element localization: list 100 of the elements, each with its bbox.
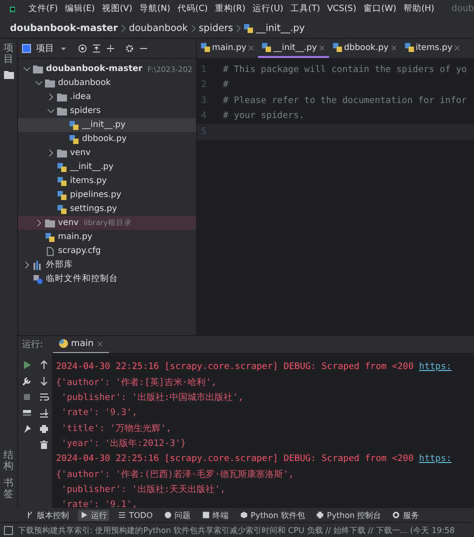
folder-icon[interactable] — [4, 71, 14, 79]
panel-title[interactable]: 项目 — [36, 42, 54, 55]
soft-wrap-icon[interactable] — [38, 392, 48, 402]
pin-icon[interactable] — [22, 424, 32, 434]
menu-item[interactable]: 重构(R) — [214, 3, 246, 15]
close-icon[interactable] — [248, 44, 254, 50]
tool-window-button[interactable]: Python 控制台 — [314, 510, 384, 520]
console-link[interactable]: https: — [419, 454, 452, 464]
tool-window-label[interactable]: 结构 — [4, 450, 14, 472]
up-arrow-icon[interactable] — [38, 360, 48, 370]
python-file-icon — [244, 24, 254, 32]
tool-window-button[interactable]: 问题 — [162, 510, 193, 520]
run-icon[interactable] — [22, 360, 32, 370]
expand-all-icon[interactable] — [92, 44, 101, 53]
tree-item[interactable]: items.py — [18, 174, 196, 188]
trash-icon[interactable] — [38, 440, 48, 450]
play-icon — [80, 511, 88, 519]
tree-item[interactable]: main.py — [18, 230, 196, 244]
close-icon[interactable] — [454, 44, 460, 50]
chevron-icon[interactable] — [23, 66, 31, 72]
chevron-icon[interactable] — [36, 219, 42, 227]
python-file-icon — [57, 204, 67, 214]
list-icon — [118, 511, 126, 519]
tree-item[interactable]: __init__.py — [18, 118, 196, 132]
menu-item[interactable]: 运行(U) — [252, 3, 284, 15]
tree-item[interactable]: 外部库 — [18, 258, 196, 272]
close-icon[interactable] — [318, 44, 325, 50]
editor-tab[interactable]: __init__.py — [258, 39, 329, 58]
python-file-icon — [57, 190, 67, 200]
console-line: 2024-04-30 22:25:16 [scrapy.core.scraper] DEBUG: Scraped from <200 — [56, 454, 415, 464]
tool-window-button[interactable]: 版本控制 — [24, 510, 71, 520]
tree-item[interactable]: settings.py — [18, 202, 196, 216]
tree-item[interactable]: scrapy.cfg — [18, 244, 196, 258]
close-icon[interactable] — [96, 340, 103, 346]
tool-window-button[interactable]: TODO — [116, 510, 155, 520]
tree-item[interactable]: venv — [18, 146, 196, 160]
file-icon — [45, 246, 55, 256]
tool-window-label[interactable]: 书签 — [4, 478, 14, 500]
tool-window-button[interactable]: Python 软件包 — [238, 510, 307, 520]
python-file-icon — [57, 176, 67, 186]
chevron-icon[interactable] — [24, 261, 30, 269]
locate-icon[interactable] — [78, 44, 87, 53]
console-line: 'publisher': '出版社:中国城市出版社', — [60, 392, 244, 404]
python-file-icon — [332, 43, 342, 52]
menu-item[interactable]: 工具(T) — [290, 3, 320, 15]
python-icon — [59, 339, 68, 348]
layout-icon[interactable] — [22, 408, 32, 418]
breadcrumb[interactable]: doubanbook-master — [10, 22, 118, 34]
close-icon[interactable] — [390, 44, 397, 50]
tree-item[interactable]: pipelines.py — [18, 188, 196, 202]
scratch-icon — [33, 274, 43, 284]
console-line: 'publisher': '出版社:天天出版社', — [60, 484, 226, 496]
tool-window-button[interactable]: 服务 — [390, 510, 422, 520]
editor-tab[interactable]: items.py — [400, 39, 464, 58]
tool-window-button[interactable]: 终端 — [200, 510, 231, 520]
chevron-icon[interactable] — [48, 93, 54, 101]
tree-item[interactable]: .idea — [18, 90, 196, 104]
wrench-icon[interactable] — [22, 376, 32, 386]
console-line: {'author': '作者:[英]吉米·哈利', — [56, 376, 217, 389]
console-line: 'rate': '9.3', — [60, 408, 138, 418]
chevron-icon[interactable] — [48, 149, 54, 157]
breadcrumb[interactable]: doubanbook — [128, 22, 188, 34]
tool-window-button[interactable]: 运行 — [78, 510, 109, 520]
down-arrow-icon[interactable] — [38, 376, 48, 386]
notification-icon[interactable] — [4, 526, 13, 534]
chevron-icon[interactable] — [35, 80, 43, 86]
python-file-icon — [45, 232, 55, 242]
stop-icon[interactable] — [22, 392, 32, 402]
window-title: doub — [451, 4, 474, 14]
collapse-all-icon[interactable] — [106, 44, 115, 53]
settings-icon[interactable] — [125, 44, 134, 53]
chevron-icon[interactable] — [47, 108, 55, 114]
console-line: 2024-04-30 22:25:16 [scrapy.core.scraper] DEBUG: Scraped from <200 — [56, 362, 415, 372]
menu-item[interactable]: 窗口(W) — [363, 3, 396, 15]
code-comment: # your spiders. — [223, 111, 304, 122]
menu-item[interactable]: 代码(C) — [177, 3, 208, 15]
chevron-icon — [190, 24, 196, 32]
python-file-icon — [262, 43, 272, 52]
console-line: 'year': '出版年:2012-3'} — [60, 438, 186, 450]
breadcrumb[interactable]: __init__.py — [256, 22, 305, 34]
editor-tab[interactable]: main.py — [197, 39, 258, 58]
breadcrumb[interactable]: spiders — [198, 22, 234, 34]
console-link[interactable]: https: — [419, 362, 452, 372]
tool-window-label[interactable]: 项目 — [4, 43, 14, 65]
menu-item[interactable]: 帮助(H) — [403, 3, 434, 15]
tree-item[interactable]: spiders — [18, 104, 196, 118]
menu-item[interactable]: VCS(S) — [327, 4, 356, 14]
tree-item[interactable]: 临时文件和控制台 — [18, 272, 196, 286]
menu-item[interactable]: 编辑(E) — [64, 3, 95, 15]
menu-item[interactable]: 文件(F) — [28, 3, 58, 15]
editor-tab[interactable]: dbbook.py — [328, 39, 401, 58]
tree-item[interactable]: doubanbook — [18, 76, 196, 90]
scroll-to-end-icon[interactable] — [38, 408, 48, 418]
code-comment: # Please refer to the documentation for infor — [223, 96, 467, 106]
tree-item[interactable]: dbbook.py — [18, 132, 196, 146]
menu-item[interactable]: 视图(V) — [102, 3, 132, 15]
menu-item[interactable]: 导航(N) — [139, 3, 170, 15]
tree-item[interactable]: __init__.py — [18, 160, 196, 174]
status-message: 下载预构建共享索引: 使用预构建的Python 软件包共享索引减少索引时间和 CPU 负载 // 始终下载 // 下载一... (今天 19:58 — [18, 524, 455, 536]
console-line: {'author': '作者:(巴西)若泽·毛罗·德瓦斯康塞洛斯', — [56, 468, 294, 481]
